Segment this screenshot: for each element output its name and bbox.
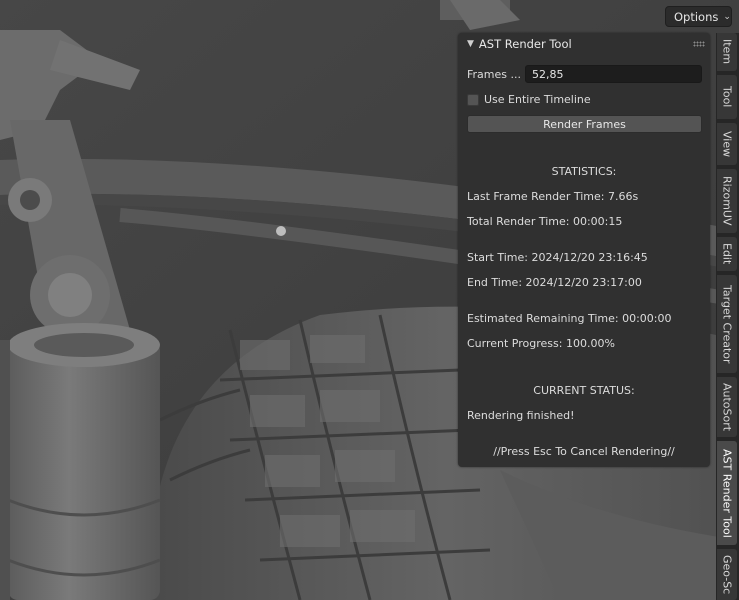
tab-edit-label: Edit (720, 243, 734, 265)
chevron-down-icon: ⌄ (723, 11, 731, 22)
current-progress: Current Progress: 100.00% (467, 337, 615, 350)
use-entire-timeline-checkbox[interactable] (467, 93, 479, 106)
drag-grip-icon[interactable] (693, 41, 705, 47)
ast-render-tool-panel: ▼ AST Render Tool Frames ... Use Entire … (458, 33, 710, 467)
tab-rizomuv-label: RizomUV (720, 176, 734, 226)
tab-view-label: View (720, 130, 734, 158)
last-frame-render-time: Last Frame Render Time: 7.66s (467, 190, 639, 203)
tab-geo-sc[interactable]: Geo-Sc (717, 549, 737, 600)
frames-input[interactable] (525, 65, 702, 83)
cancel-hint: //Press Esc To Cancel Rendering// (493, 445, 675, 458)
tab-autosort-label: AutoSort (720, 382, 734, 432)
render-frames-button[interactable]: Render Frames (467, 115, 702, 133)
sidebar-tabs: Item Tool View RizomUV Edit Target Creat… (716, 33, 739, 600)
tab-tool-label: Tool (720, 86, 734, 108)
tab-rizomuv[interactable]: RizomUV (717, 169, 737, 233)
tab-target-creator-label: Target Creator (720, 284, 734, 364)
status-text: Rendering finished! (467, 409, 575, 422)
start-time: Start Time: 2024/12/20 23:16:45 (467, 251, 648, 264)
options-label: Options (674, 9, 719, 24)
end-time: End Time: 2024/12/20 23:17:00 (467, 276, 642, 289)
tab-item-label: Item (720, 39, 734, 65)
frames-row: Frames ... (467, 65, 702, 83)
tab-target-creator[interactable]: Target Creator (717, 275, 737, 373)
tab-ast-render-tool-label: AST Render Tool (720, 448, 734, 538)
triangle-down-icon[interactable]: ▼ (467, 39, 474, 49)
use-entire-timeline-label: Use Entire Timeline (484, 93, 591, 106)
estimated-remaining-time: Estimated Remaining Time: 00:00:00 (467, 312, 672, 325)
frames-label: Frames ... (467, 67, 521, 81)
tab-view[interactable]: View (717, 123, 737, 165)
tab-item[interactable]: Item (717, 33, 737, 71)
total-render-time: Total Render Time: 00:00:15 (467, 215, 623, 228)
tab-ast-render-tool[interactable]: AST Render Tool (717, 441, 737, 545)
tab-autosort[interactable]: AutoSort (717, 377, 737, 437)
tab-geo-sc-label: Geo-Sc (720, 554, 734, 595)
tab-edit[interactable]: Edit (717, 237, 737, 271)
panel-header[interactable]: ▼ AST Render Tool (458, 33, 710, 55)
tab-tool[interactable]: Tool (717, 75, 737, 119)
use-entire-timeline-row[interactable]: Use Entire Timeline (467, 93, 591, 106)
options-dropdown[interactable]: Options ⌄ (665, 6, 732, 27)
panel-title: AST Render Tool (478, 37, 572, 51)
current-status-heading: CURRENT STATUS: (533, 384, 635, 397)
statistics-heading: STATISTICS: (551, 165, 617, 178)
